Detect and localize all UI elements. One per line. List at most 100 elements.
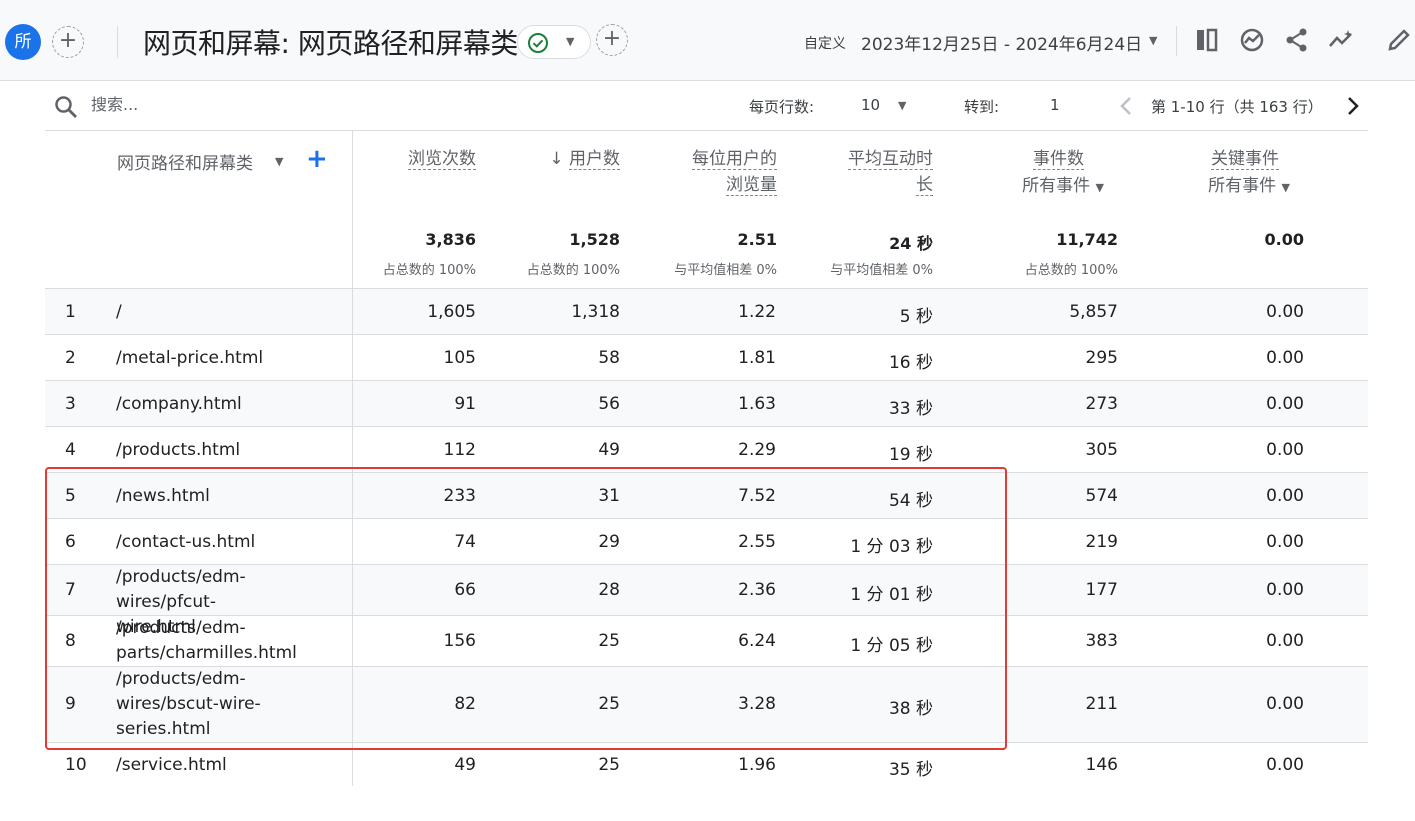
chevron-down-icon[interactable]: ▼ <box>1149 34 1157 47</box>
row-views-per-user: 1.22 <box>738 302 776 322</box>
add-comparison-icon[interactable]: + <box>52 26 84 58</box>
row-key-events: 0.00 <box>1266 631 1304 651</box>
row-events: 273 <box>1085 394 1118 414</box>
row-key-events: 0.00 <box>1266 580 1304 600</box>
date-range-picker[interactable]: 2023年12月25日 - 2024年6月24日 <box>861 30 1142 55</box>
row-views: 105 <box>443 348 476 368</box>
row-views: 49 <box>454 755 476 775</box>
column-header-avg-engagement-time[interactable]: 平均互动时 长 <box>848 146 933 198</box>
column-header-views-per-user[interactable]: 每位用户的 浏览量 <box>692 146 777 198</box>
compare-icon[interactable] <box>1193 26 1221 54</box>
key-event-filter-select[interactable]: 所有事件 ▼ <box>1208 173 1290 201</box>
share-icon[interactable] <box>1283 26 1311 54</box>
row-key-events: 0.00 <box>1266 694 1304 714</box>
table-controls: 每页行数: 10 ▼ 转到: 1 第 1-10 行（共 163 行） <box>45 84 1368 131</box>
event-filter-select[interactable]: 所有事件 ▼ <box>1022 173 1104 201</box>
row-index: 3 <box>65 394 76 414</box>
search-icon <box>55 96 77 118</box>
chevron-left-icon[interactable] <box>1118 95 1134 117</box>
chevron-right-icon[interactable] <box>1345 95 1361 117</box>
highlight-box <box>45 467 1007 750</box>
check-circle-icon <box>528 33 548 53</box>
row-avg-time: 16 秒 <box>888 353 933 373</box>
column-header-event-count[interactable]: 事件数 <box>1033 146 1084 172</box>
rows-per-page-select[interactable]: 10 <box>861 96 880 114</box>
trending-icon[interactable] <box>1327 26 1355 54</box>
edit-icon[interactable] <box>1385 26 1413 54</box>
dimension-header[interactable]: 网页路径和屏幕类 <box>117 149 253 174</box>
column-header-users[interactable]: ↓ 用户数 <box>549 146 620 172</box>
page-title: 网页和屏幕: 网页路径和屏幕类 <box>143 27 518 60</box>
row-views: 112 <box>443 440 476 460</box>
row-events: 211 <box>1085 694 1118 714</box>
row-avg-time: 35 秒 <box>888 760 933 780</box>
goto-label: 转到: <box>964 98 1000 116</box>
row-avg-time: 33 秒 <box>888 399 933 419</box>
total-event-count-sub: 占总数的 100% <box>1024 263 1118 278</box>
pagination-text: 第 1-10 行（共 163 行） <box>1151 98 1323 116</box>
add-filter-icon[interactable]: + <box>596 24 628 56</box>
row-views: 1,605 <box>427 302 476 322</box>
row-index: 4 <box>65 440 76 460</box>
row-events: 574 <box>1085 486 1118 506</box>
top-bar: 所 + 网页和屏幕: 网页路径和屏幕类 ▼ + 自定义 2023年12月25日 … <box>0 0 1415 81</box>
row-events: 219 <box>1085 532 1118 552</box>
row-events: 383 <box>1085 631 1118 651</box>
table-row[interactable]: 1 / 1,605 1,318 1.22 5 秒 5,857 0.00 <box>45 288 1368 334</box>
row-views: 91 <box>454 394 476 414</box>
row-views-per-user: 2.29 <box>738 440 776 460</box>
divider <box>1176 26 1177 56</box>
total-views-per-user: 2.51 <box>737 230 777 249</box>
total-users-sub: 占总数的 100% <box>526 263 620 278</box>
column-header-views[interactable]: 浏览次数 <box>408 146 476 172</box>
row-key-events: 0.00 <box>1266 440 1304 460</box>
row-events: 5,857 <box>1069 302 1118 322</box>
row-key-events: 0.00 <box>1266 348 1304 368</box>
row-users: 49 <box>598 440 620 460</box>
property-avatar[interactable]: 所 <box>5 24 41 60</box>
row-path[interactable]: /service.html <box>116 753 376 778</box>
column-header-key-events[interactable]: 关键事件 <box>1211 146 1279 172</box>
row-path[interactable]: /products.html <box>116 438 376 463</box>
insights-icon[interactable] <box>1238 26 1266 54</box>
goto-page-input[interactable]: 1 <box>1050 96 1060 114</box>
total-event-count: 11,742 <box>1056 230 1118 249</box>
row-path[interactable]: /company.html <box>116 392 376 417</box>
row-key-events: 0.00 <box>1266 532 1304 552</box>
row-users: 58 <box>598 348 620 368</box>
row-path[interactable]: /metal-price.html <box>116 346 376 371</box>
row-index: 10 <box>65 755 87 775</box>
table-row[interactable]: 4 /products.html 112 49 2.29 19 秒 305 0.… <box>45 426 1368 472</box>
row-key-events: 0.00 <box>1266 302 1304 322</box>
table-row[interactable]: 2 /metal-price.html 105 58 1.81 16 秒 295… <box>45 334 1368 380</box>
row-key-events: 0.00 <box>1266 486 1304 506</box>
row-path[interactable]: / <box>116 300 286 325</box>
row-events: 177 <box>1085 580 1118 600</box>
search-input[interactable] <box>89 94 333 115</box>
row-users: 1,318 <box>571 302 620 322</box>
row-avg-time: 19 秒 <box>888 445 933 465</box>
chevron-down-icon[interactable]: ▼ <box>275 155 283 168</box>
add-dimension-icon[interactable]: + <box>306 144 328 174</box>
total-views-per-user-sub: 与平均值相差 0% <box>674 263 777 278</box>
row-views-per-user: 1.96 <box>738 755 776 775</box>
row-index: 2 <box>65 348 76 368</box>
table-row[interactable]: 3 /company.html 91 56 1.63 33 秒 273 0.00 <box>45 380 1368 426</box>
row-index: 1 <box>65 302 76 322</box>
row-events: 305 <box>1085 440 1118 460</box>
row-users: 56 <box>598 394 620 414</box>
row-views-per-user: 1.81 <box>738 348 776 368</box>
row-key-events: 0.00 <box>1266 755 1304 775</box>
row-key-events: 0.00 <box>1266 394 1304 414</box>
sort-arrow-icon: ↓ <box>549 149 564 169</box>
total-key-events: 0.00 <box>1264 230 1304 249</box>
rows-per-page-label: 每页行数: <box>749 98 815 116</box>
report-status-button[interactable]: ▼ <box>517 25 591 59</box>
chevron-down-icon: ▼ <box>566 35 575 48</box>
chevron-down-icon[interactable]: ▼ <box>898 99 906 112</box>
row-events: 295 <box>1085 348 1118 368</box>
divider <box>117 26 118 58</box>
row-events: 146 <box>1085 755 1118 775</box>
total-avg-engagement-time-sub: 与平均值相差 0% <box>830 263 933 278</box>
total-users: 1,528 <box>569 230 620 249</box>
